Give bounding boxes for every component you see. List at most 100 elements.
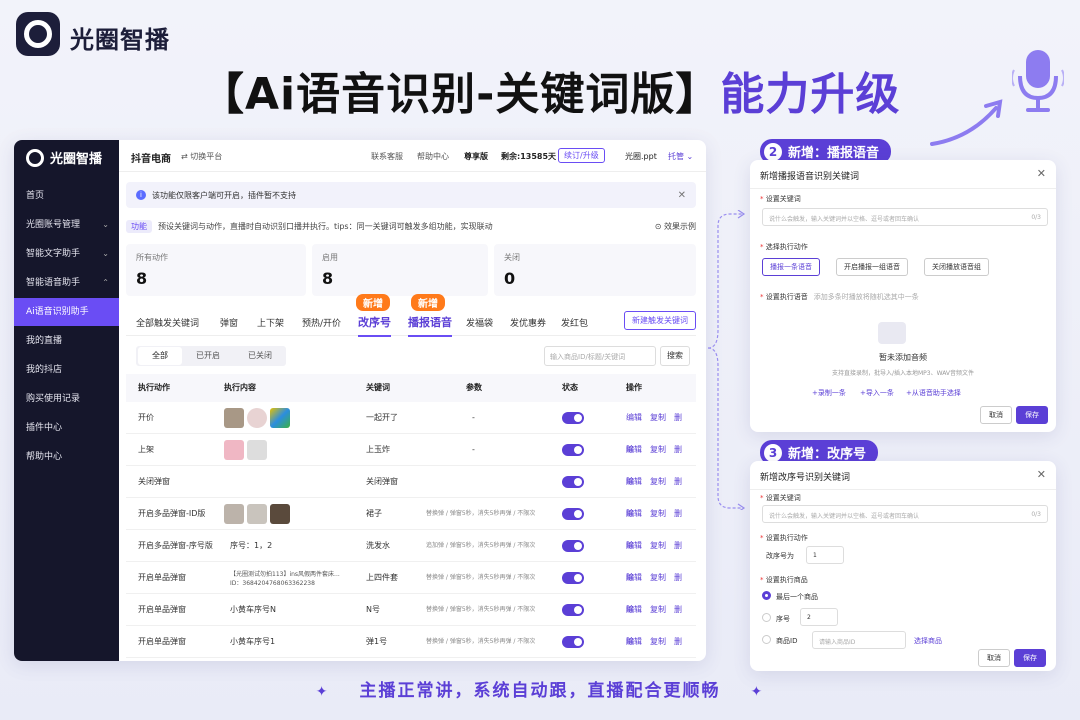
close-icon[interactable]: ✕ bbox=[1037, 167, 1046, 180]
hosting-label: 托管 bbox=[668, 152, 684, 161]
radio-goods-id[interactable] bbox=[762, 635, 771, 644]
action-play-group[interactable]: 开启播报一组语音 bbox=[836, 258, 908, 276]
copy-link[interactable]: 复制 bbox=[650, 477, 666, 486]
sidebar-item-help[interactable]: 帮助中心 bbox=[14, 443, 119, 471]
action-stop-group[interactable]: 关闭播放语音组 bbox=[924, 258, 989, 276]
status-toggle[interactable] bbox=[562, 508, 584, 520]
search-input[interactable]: 输入商品ID/标题/关键词 bbox=[544, 346, 656, 366]
edit-link[interactable]: 编辑 bbox=[626, 573, 642, 582]
seq-label: 改序号为 bbox=[766, 552, 794, 560]
hosting-dropdown[interactable]: 托管 ⌄ bbox=[668, 151, 693, 162]
sidebar-item-ai-voice[interactable]: Ai语音识别助手 bbox=[14, 298, 119, 326]
select-from-assistant-link[interactable]: +从语音助手选择 bbox=[906, 388, 961, 398]
contact-service-link[interactable]: 联系客服 bbox=[371, 151, 403, 162]
edit-link[interactable]: 编辑 bbox=[626, 477, 642, 486]
sidebar-item-text-assistant[interactable]: 智能文字助手 ⌄ bbox=[14, 240, 119, 268]
save-button[interactable]: 保存 bbox=[1014, 649, 1046, 667]
edit-link[interactable]: 编辑 bbox=[626, 637, 642, 646]
tab-coupon[interactable]: 发优惠券 bbox=[510, 316, 546, 329]
stat-value: 0 bbox=[504, 269, 516, 288]
sidebar-item-shop[interactable]: 我的抖店 bbox=[14, 356, 119, 384]
copy-link[interactable]: 复制 bbox=[650, 509, 666, 518]
effect-example-link[interactable]: ⊙ 效果示例 bbox=[655, 221, 696, 232]
radio-last-goods[interactable] bbox=[762, 591, 771, 600]
action-play-one[interactable]: 播报一条语音 bbox=[762, 258, 820, 276]
renew-button[interactable]: 续订/升级 bbox=[558, 148, 605, 163]
col-param: 参数 bbox=[466, 383, 482, 392]
cancel-button[interactable]: 取消 bbox=[978, 649, 1010, 667]
copy-link[interactable]: 复制 bbox=[650, 573, 666, 582]
product-thumbnail bbox=[224, 503, 244, 524]
voice-label: * 设置执行语音 添加多条时播放将随机选其中一条 bbox=[760, 293, 919, 301]
divider bbox=[750, 489, 1056, 490]
filter-all[interactable]: 全部 bbox=[138, 347, 182, 365]
status-toggle[interactable] bbox=[562, 636, 584, 648]
keyword-input[interactable]: 说什么会触发，输入关键词并以空格、逗号或者回车确认 0/3 bbox=[762, 505, 1048, 523]
sparkle-icon: ✦ bbox=[750, 684, 765, 700]
sidebar-item-plugins[interactable]: 插件中心 bbox=[14, 414, 119, 442]
tab-popup[interactable]: 弹窗 bbox=[220, 316, 238, 329]
copy-link[interactable]: 复制 bbox=[650, 605, 666, 614]
help-center-link[interactable]: 帮助中心 bbox=[417, 151, 449, 162]
tab-underline bbox=[408, 335, 452, 337]
stat-all-actions: 所有动作 8 bbox=[126, 244, 306, 296]
tab-broadcast-voice[interactable]: 播报语音 bbox=[408, 314, 452, 337]
tab-all-keywords[interactable]: 全部触发关键词 bbox=[136, 316, 199, 329]
stat-value: 8 bbox=[136, 269, 148, 288]
seq-number-input[interactable]: 2 bbox=[800, 608, 838, 626]
effect-example-label: 效果示例 bbox=[664, 221, 696, 231]
search-button[interactable]: 搜索 bbox=[660, 346, 690, 366]
status-toggle[interactable] bbox=[562, 604, 584, 616]
copy-link[interactable]: 复制 bbox=[650, 541, 666, 550]
table-row: 开启多品弹窗-序号版 序号：1，2 洗发水 追加弹 / 弹窗5秒，消失5秒再弹 … bbox=[126, 530, 696, 582]
tab-change-seq[interactable]: 改序号 bbox=[358, 314, 391, 337]
sidebar-item-home[interactable]: 首页 bbox=[14, 182, 119, 210]
sidebar-item-accounts[interactable]: 光圈账号管理 ⌄ bbox=[14, 211, 119, 239]
edit-link[interactable]: 编辑 bbox=[626, 445, 642, 454]
copy-link[interactable]: 复制 bbox=[650, 637, 666, 646]
edit-link[interactable]: 编辑 bbox=[626, 541, 642, 550]
keyword-input[interactable]: 说什么会触发，输入关键词并以空格、逗号或者回车确认 0/3 bbox=[762, 208, 1048, 226]
tab-preheat[interactable]: 预热/开价 bbox=[302, 316, 341, 329]
edit-link[interactable]: 编辑 bbox=[626, 605, 642, 614]
tab-shelf[interactable]: 上下架 bbox=[257, 316, 284, 329]
record-one-link[interactable]: +录制一条 bbox=[812, 388, 846, 398]
chevron-up-icon: ⌃ bbox=[102, 278, 109, 287]
status-toggle[interactable] bbox=[562, 412, 584, 424]
switch-platform-link[interactable]: ⇄ 切换平台 bbox=[181, 151, 222, 162]
copy-link[interactable]: 复制 bbox=[650, 445, 666, 454]
cancel-button[interactable]: 取消 bbox=[980, 406, 1012, 424]
edit-link[interactable]: 编辑 bbox=[626, 509, 642, 518]
filter-enabled[interactable]: 已开启 bbox=[182, 347, 234, 365]
close-icon[interactable]: ✕ bbox=[1037, 468, 1046, 481]
add-keyword-button[interactable]: 新建触发关键词 bbox=[624, 311, 696, 330]
radio-seq[interactable] bbox=[762, 613, 771, 622]
col-content: 执行内容 bbox=[224, 383, 256, 392]
tab-label: 播报语音 bbox=[408, 316, 452, 329]
sidebar-item-live[interactable]: 我的直播 bbox=[14, 327, 119, 355]
stat-enabled: 启用 8 bbox=[312, 244, 488, 296]
sidebar-item-voice-assistant[interactable]: 智能语音助手 ⌃ bbox=[14, 269, 119, 297]
sidebar-item-records[interactable]: 购买使用记录 bbox=[14, 385, 119, 413]
edit-link[interactable]: 编辑 bbox=[626, 413, 642, 422]
close-icon[interactable]: ✕ bbox=[678, 190, 686, 201]
status-toggle[interactable] bbox=[562, 476, 584, 488]
import-one-link[interactable]: +导入一条 bbox=[860, 388, 894, 398]
table-row: 开启单品弹窗 【光圈测试勿拍113】ins风假两件套床... ID：3684204… bbox=[126, 562, 696, 614]
tab-red-packet[interactable]: 发红包 bbox=[561, 316, 588, 329]
input-placeholder: 说什么会触发，输入关键词并以空格、逗号或者回车确认 bbox=[769, 513, 920, 520]
tab-lucky-bag[interactable]: 发福袋 bbox=[466, 316, 493, 329]
sidebar-item-label: Ai语音识别助手 bbox=[26, 307, 89, 317]
status-toggle[interactable] bbox=[562, 572, 584, 584]
filter-disabled[interactable]: 已关闭 bbox=[234, 347, 286, 365]
seq-input[interactable]: 1 bbox=[806, 546, 844, 564]
save-button[interactable]: 保存 bbox=[1016, 406, 1048, 424]
row-content-thumbs bbox=[224, 434, 270, 466]
status-toggle[interactable] bbox=[562, 444, 584, 456]
status-toggle[interactable] bbox=[562, 540, 584, 552]
goods-id-input[interactable]: 请输入商品ID bbox=[812, 631, 906, 649]
select-goods-link[interactable]: 选择商品 bbox=[914, 636, 942, 646]
goods-label: * 设置执行商品 bbox=[760, 576, 808, 584]
copy-link[interactable]: 复制 bbox=[650, 413, 666, 422]
empty-hint: 支持直接录制，批导入/插入本地MP3、WAV音频文件 bbox=[831, 370, 975, 377]
